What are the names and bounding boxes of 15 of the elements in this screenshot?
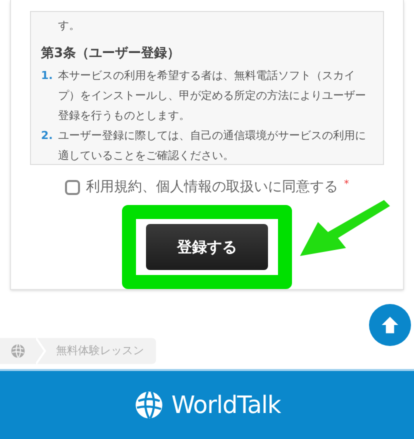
list-number: 1. (41, 68, 54, 84)
scroll-top-button[interactable] (369, 304, 411, 346)
terms-text: 本サービスの利用を希望する者は、無料電話ソフト（スカイプ）をインストールし、甲が定める所定の方法によりユーザー登録を行うものとします。 (58, 68, 367, 124)
terms-text: ユーザー登録に際しては、自己の通信環境がサービスの利用に適していることをご確認ください。 (58, 128, 367, 164)
home-icon (10, 343, 26, 359)
agree-checkbox[interactable] (65, 180, 80, 195)
list-number: 2. (41, 128, 54, 144)
logo-text: WorldTalk (171, 390, 281, 421)
article-heading: 第3条（ユーザー登録） (41, 45, 182, 63)
required-mark: * (344, 178, 349, 192)
register-button[interactable]: 登録する (146, 224, 268, 270)
terms-text: す。 (57, 18, 81, 34)
agree-label: 利用規約、個人情報の取扱いに同意する (86, 178, 338, 197)
globe-logo-icon (133, 389, 166, 421)
up-arrow-icon (379, 314, 401, 336)
